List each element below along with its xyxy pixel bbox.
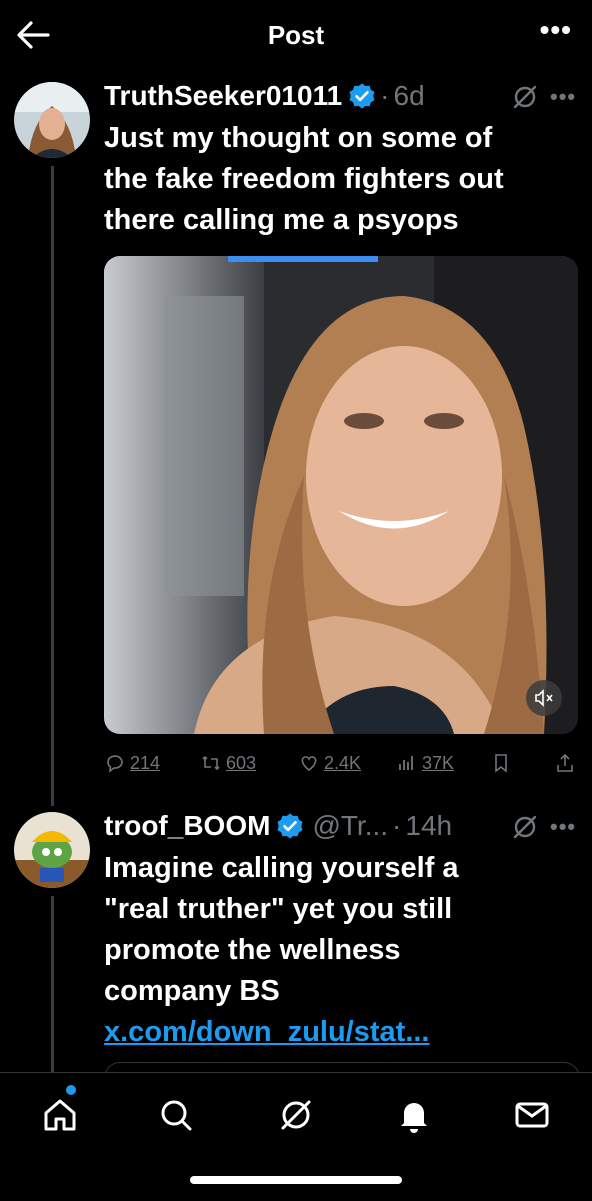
reply-text: Imagine calling yourself a "real truther…	[104, 848, 574, 1053]
post-more-icon[interactable]: •••	[550, 84, 576, 110]
post-text-line: Just my thought on some of	[104, 122, 493, 154]
thread-line	[51, 896, 54, 1072]
grok-icon[interactable]	[510, 82, 540, 112]
like-button[interactable]: 2.4K	[298, 752, 361, 774]
views-icon	[399, 756, 413, 770]
more-options-icon[interactable]: •••	[540, 14, 572, 46]
bookmark-icon	[495, 754, 507, 773]
verified-badge-icon	[349, 83, 375, 109]
avatar[interactable]	[14, 82, 90, 158]
reply-text-line: company BS	[104, 975, 280, 1007]
reply-author-name[interactable]: troof_BOOM	[104, 810, 270, 842]
avatar[interactable]	[14, 812, 90, 888]
reply-text-line: "real truther" yet you still	[104, 893, 453, 925]
reply-button[interactable]: 214	[104, 752, 160, 774]
post-text: Just my thought on some of the fake free…	[104, 118, 574, 241]
heart-icon	[301, 756, 317, 772]
post-header: TruthSeeker01011 · 6d	[104, 78, 425, 114]
share-icon	[557, 753, 573, 772]
share-button[interactable]	[554, 752, 576, 774]
home-notification-dot	[66, 1085, 76, 1095]
separator-dot: ·	[392, 810, 402, 841]
thread-line	[51, 166, 54, 806]
repost-icon	[202, 755, 220, 771]
home-indicator	[190, 1176, 402, 1184]
post-text-line: there calling me a psyops	[104, 204, 459, 236]
reply-text-line: Imagine calling yourself a	[104, 852, 459, 884]
like-count: 2.4K	[324, 752, 362, 773]
reply-icon	[107, 755, 123, 773]
grok-icon[interactable]	[510, 812, 540, 842]
speaker-muted-icon	[535, 689, 553, 707]
reply-text-line: promote the wellness	[104, 934, 401, 966]
separator-dot: ·	[380, 80, 390, 111]
reply-handle[interactable]: @Tr...	[312, 810, 388, 842]
notifications-icon[interactable]	[394, 1095, 434, 1135]
views-count: 37K	[422, 752, 455, 773]
search-icon[interactable]	[156, 1095, 196, 1135]
post-actions: 214 603 2.4K 37K	[104, 752, 578, 784]
verified-badge-icon	[277, 813, 303, 839]
video-player[interactable]	[104, 256, 578, 734]
messages-icon[interactable]	[512, 1095, 552, 1135]
repost-button[interactable]: 603	[200, 752, 256, 774]
page-title: Post	[267, 20, 325, 50]
reply-time[interactable]: 14h	[405, 810, 452, 842]
grok-icon[interactable]	[276, 1095, 316, 1135]
post-text-line: the fake freedom fighters out	[104, 163, 504, 195]
reply-link[interactable]: x.com/down_zulu/stat...	[104, 1012, 574, 1053]
reply-more-icon[interactable]: •••	[550, 814, 576, 840]
views-button[interactable]: 37K	[396, 752, 454, 774]
reply-count: 214	[130, 752, 161, 773]
reply-header: troof_BOOM @Tr... · 14h	[104, 808, 452, 844]
home-icon[interactable]	[40, 1095, 80, 1135]
post-author-name[interactable]: TruthSeeker01011	[104, 80, 342, 112]
mute-button[interactable]	[526, 680, 562, 716]
repost-count: 603	[226, 752, 257, 773]
post-time[interactable]: 6d	[394, 80, 425, 112]
top-bar: Post •••	[0, 0, 592, 70]
bookmark-button[interactable]	[490, 752, 512, 774]
